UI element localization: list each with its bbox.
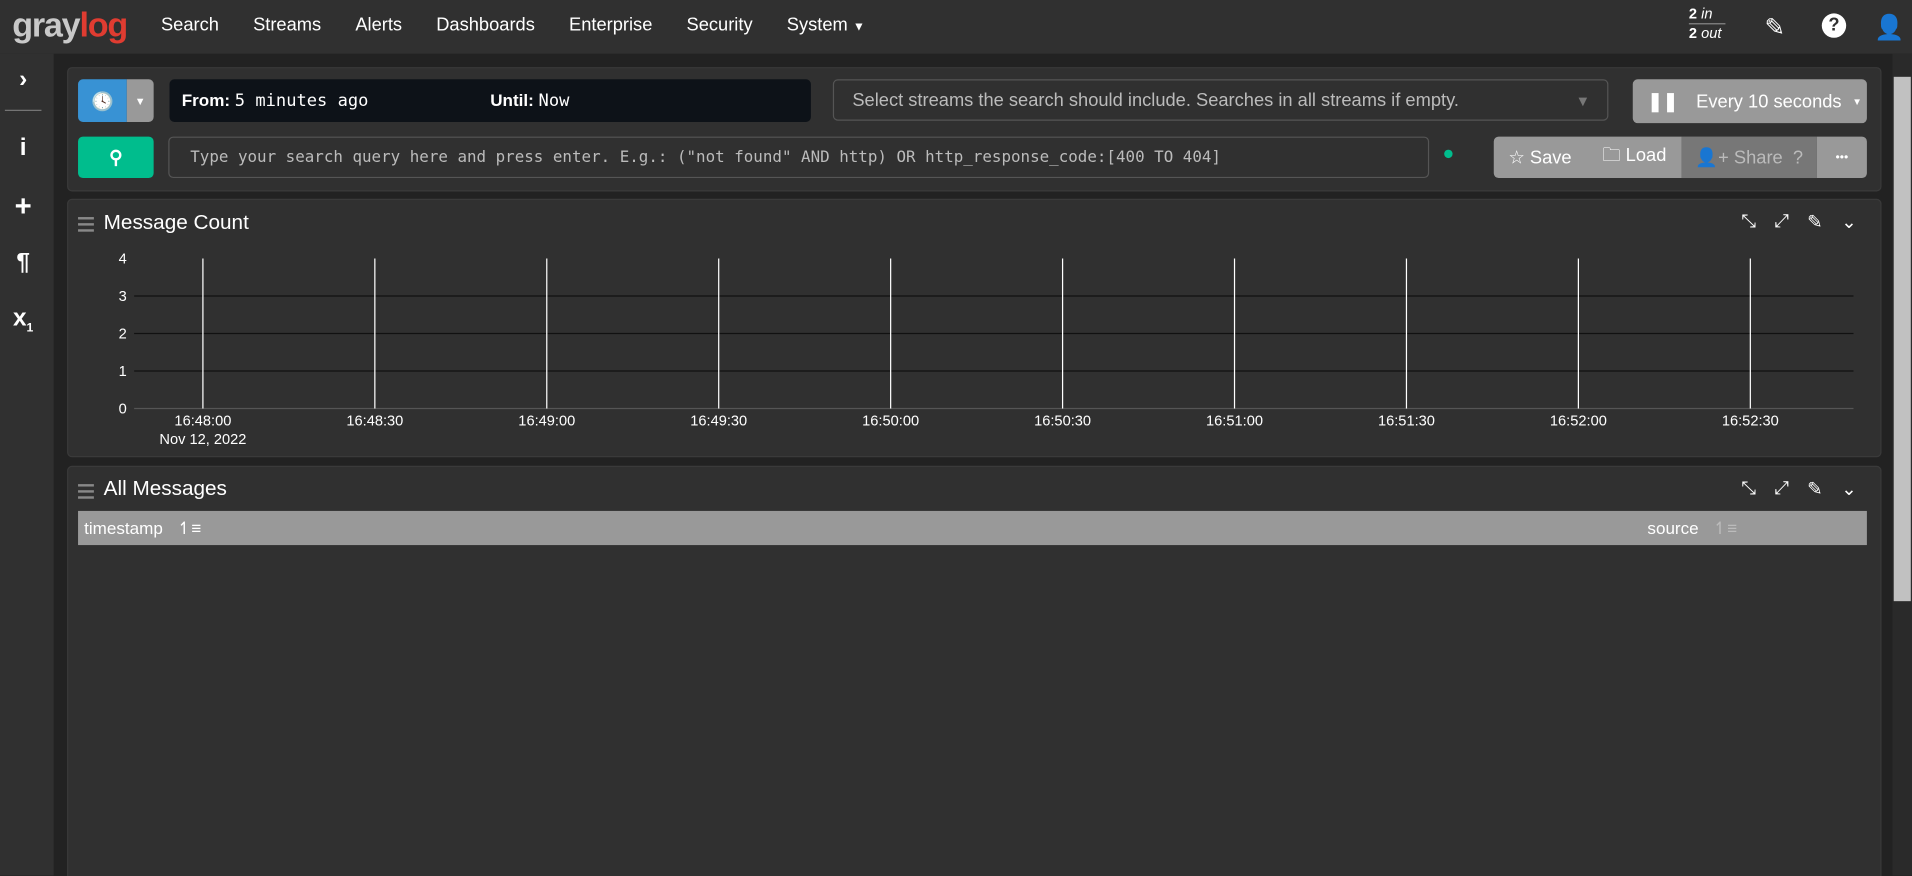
more-actions-button[interactable]: ••• <box>1816 136 1867 179</box>
sort-icon[interactable]: ↿≡ <box>1713 518 1737 538</box>
nav-streams[interactable]: Streams <box>236 0 338 54</box>
y-tick-label: 3 <box>119 289 127 305</box>
help-icon[interactable]: ? <box>1821 13 1847 38</box>
column-header-timestamp[interactable]: timestamp ↿≡ <box>84 511 201 545</box>
nav-alerts[interactable]: Alerts <box>338 0 419 54</box>
sidebar-divider <box>4 109 42 111</box>
nav-enterprise[interactable]: Enterprise <box>552 0 670 54</box>
nav-dashboards[interactable]: Dashboards <box>419 0 552 54</box>
left-sidebar: › i + ¶ x1 <box>0 53 54 876</box>
x-tick-label: 16:51:00 <box>1206 414 1263 430</box>
refresh-label: Every 10 seconds <box>1696 90 1842 112</box>
out-label: out <box>1701 24 1722 42</box>
x-tick-label: 16:48:30 <box>346 414 403 430</box>
messages-table-header: timestamp ↿≡ source ↿≡ <box>78 510 1867 546</box>
scrollbar-thumb[interactable] <box>1893 76 1911 602</box>
until-value: Now <box>538 91 570 111</box>
parameter-icon[interactable]: x1 <box>0 305 46 335</box>
clock-icon: 🕓 <box>91 90 114 112</box>
y-tick-label: 2 <box>119 326 127 342</box>
x-tick-label: 16:49:30 <box>690 414 747 430</box>
paragraph-icon[interactable]: ¶ <box>0 249 46 277</box>
column-header-source[interactable]: source ↿≡ <box>1647 511 1737 545</box>
search-icon: ⚲ <box>109 147 123 169</box>
lightbulb-icon[interactable]: ● <box>1443 144 1455 166</box>
drag-handle-icon[interactable] <box>78 480 94 502</box>
x-tick-label: 16:52:00 <box>1550 414 1607 430</box>
y-tick-label: 4 <box>119 251 127 267</box>
load-button[interactable]: 🗀 Load <box>1602 142 1666 172</box>
expand-chevron-icon[interactable]: › <box>0 66 46 94</box>
out-count: 2 <box>1688 24 1698 42</box>
plus-icon[interactable]: + <box>0 190 46 224</box>
share-button[interactable]: 👤+ Share ? <box>1681 136 1817 179</box>
save-button[interactable]: ☆ Save <box>1508 146 1572 169</box>
drag-handle-icon[interactable] <box>78 213 94 235</box>
streams-placeholder: Select streams the search should include… <box>852 90 1459 111</box>
info-icon[interactable]: i <box>0 134 46 162</box>
save-load-group: ☆ Save 🗀 Load <box>1493 136 1682 179</box>
nav-search[interactable]: Search <box>144 0 236 54</box>
user-plus-icon: 👤+ <box>1695 147 1729 169</box>
share-label: Share <box>1733 146 1783 168</box>
until-label: Until: <box>490 90 534 110</box>
caret-down-icon: ▼ <box>1852 95 1862 107</box>
nav-security[interactable]: Security <box>669 0 769 54</box>
nav-system-label: System <box>786 14 848 36</box>
query-placeholder: Type your search query here and press en… <box>190 148 1221 168</box>
x-tick-label: 16:48:00 <box>174 414 231 430</box>
column-label: source <box>1647 518 1699 538</box>
caret-down-icon: ▼ <box>134 94 146 107</box>
load-label: Load <box>1625 144 1667 166</box>
timerange-display[interactable]: From: 5 minutes ago Until: Now <box>169 79 811 122</box>
column-label: timestamp <box>84 518 163 538</box>
save-label: Save <box>1529 147 1572 169</box>
streams-select[interactable]: Select streams the search should include… <box>832 79 1609 121</box>
user-icon[interactable]: 👤 <box>1874 12 1904 42</box>
nav-system[interactable]: System ▼ <box>770 0 882 54</box>
timerange-dropdown-button[interactable]: ▼ <box>126 79 154 122</box>
edit-icon[interactable]: ✎ <box>1807 478 1822 500</box>
message-count-chart: 0 1 2 3 4 16:48:00 16:48:30 16:49:00 16:49:30 16:… <box>119 251 1854 448</box>
refresh-interval-button[interactable]: ❚❚ Every 10 seconds ▼ <box>1632 79 1867 124</box>
in-label: in <box>1701 4 1713 22</box>
widget-title: Message Count <box>103 210 249 235</box>
scratchpad-edit-icon[interactable]: ✎ <box>1764 12 1784 42</box>
compress-icon[interactable]: ⤡ <box>1741 211 1756 232</box>
search-button[interactable]: ⚲ <box>78 136 154 179</box>
from-value: 5 minutes ago <box>234 91 369 111</box>
pause-icon[interactable]: ❚❚ <box>1647 90 1678 112</box>
in-count: 2 <box>1688 4 1698 22</box>
throughput-indicator[interactable]: 2 in 2 out <box>1688 4 1726 43</box>
search-query-input[interactable]: Type your search query here and press en… <box>168 136 1430 179</box>
from-label: From: <box>181 90 231 110</box>
expand-icon[interactable]: ⤢ <box>1774 478 1789 499</box>
more-label: ••• <box>1835 150 1849 165</box>
y-tick-label: 1 <box>119 364 127 380</box>
chevron-down-icon[interactable]: ⌄ <box>1841 211 1856 233</box>
x-tick-label: 16:51:30 <box>1378 414 1435 430</box>
x-tick-label: 16:50:00 <box>862 414 919 430</box>
x-tick-label: 16:50:30 <box>1034 414 1091 430</box>
edit-icon[interactable]: ✎ <box>1807 211 1822 233</box>
graylog-search-page: graylog Search Streams Alerts Dashboards… <box>0 0 1912 876</box>
caret-down-icon: ▼ <box>852 20 865 35</box>
timerange-type-button[interactable]: 🕓 <box>78 79 127 122</box>
help-icon[interactable]: ? <box>1793 147 1803 168</box>
top-navbar: graylog Search Streams Alerts Dashboards… <box>0 0 1912 54</box>
chevron-down-icon[interactable]: ⌄ <box>1841 478 1856 500</box>
expand-icon[interactable]: ⤢ <box>1774 211 1789 232</box>
caret-down-icon: ▼ <box>1575 92 1591 110</box>
compress-icon[interactable]: ⤡ <box>1741 478 1756 499</box>
x-tick-label: 16:52:30 <box>1722 414 1779 430</box>
x-date-label: Nov 12, 2022 <box>159 432 246 448</box>
y-tick-label: 0 <box>119 401 127 417</box>
widget-title: All Messages <box>103 476 227 500</box>
sort-icon[interactable]: ↿≡ <box>177 518 201 538</box>
graylog-logo[interactable]: graylog <box>12 6 128 45</box>
x-tick-label: 16:49:00 <box>518 414 575 430</box>
nav-links: Search Streams Alerts Dashboards Enterpr… <box>144 0 882 54</box>
